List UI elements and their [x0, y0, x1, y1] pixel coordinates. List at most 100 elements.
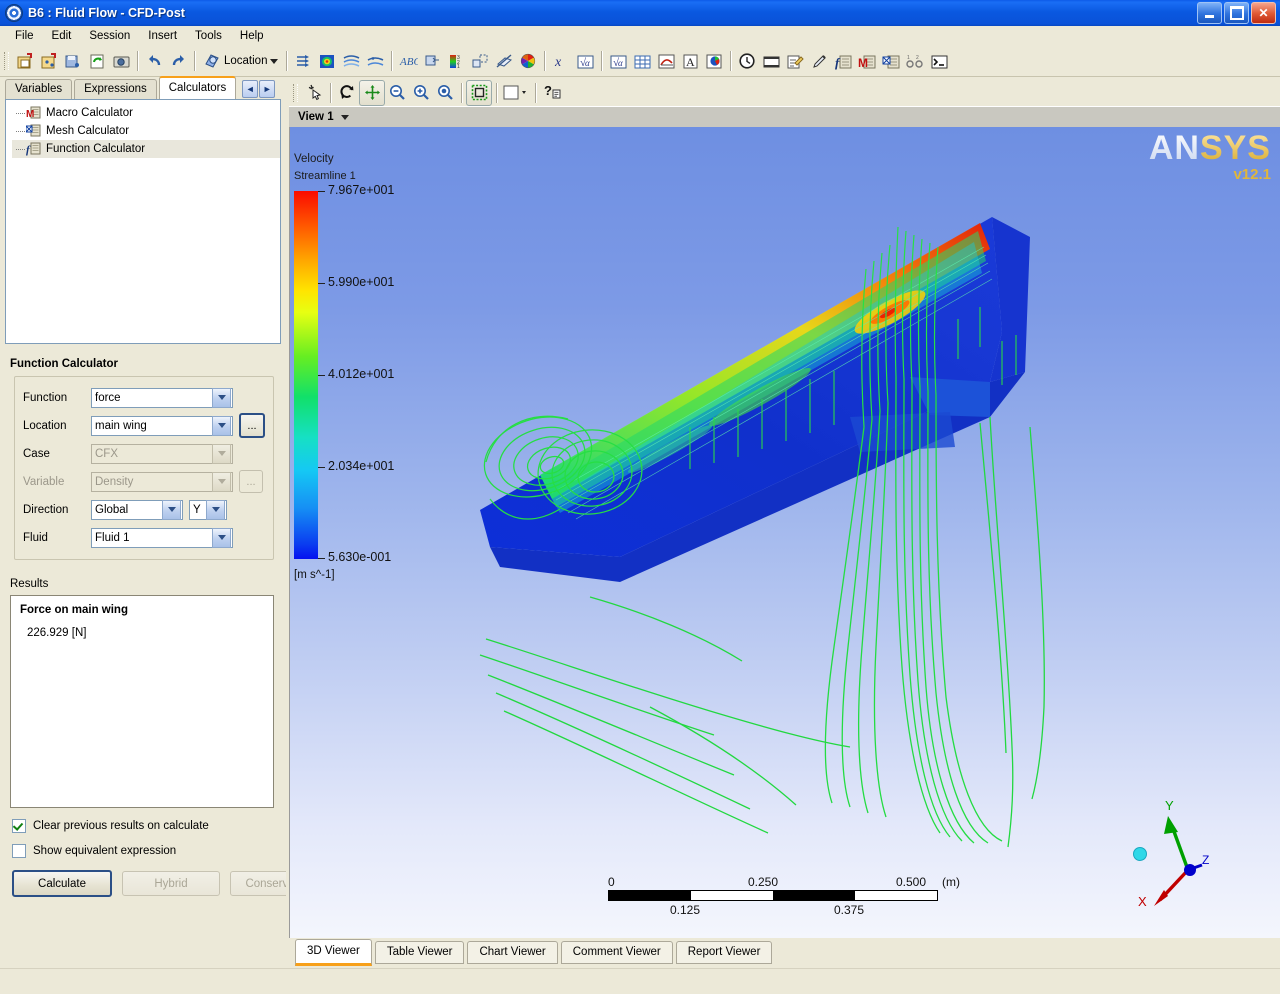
direction-axis-select[interactable]: Y: [189, 499, 227, 520]
instance-transform-icon[interactable]: [468, 49, 492, 73]
timestep-selector-icon[interactable]: [735, 49, 759, 73]
chevron-down-icon[interactable]: [340, 114, 349, 120]
chevron-down-icon[interactable]: [270, 58, 279, 64]
menu-item-file[interactable]: File: [6, 28, 43, 44]
bounding-box-icon[interactable]: [466, 79, 492, 106]
refresh-icon[interactable]: [85, 49, 109, 73]
show-equivalent-expression-checkbox[interactable]: [12, 844, 26, 858]
legend-icon[interactable]: 321: [444, 49, 468, 73]
case-select: CFX: [91, 443, 233, 464]
3d-viewport[interactable]: ANSYS v12.1 Velocity Streamline 1 7.967e…: [289, 127, 1280, 938]
calculate-button[interactable]: Calculate: [12, 870, 112, 897]
tab-calculators[interactable]: Calculators: [158, 76, 237, 99]
undo-icon[interactable]: [142, 49, 166, 73]
function-calc-icon[interactable]: f: [831, 49, 855, 73]
location-select[interactable]: main wing: [91, 415, 233, 436]
zoom-in-icon[interactable]: [409, 81, 433, 105]
toolbar-separator: [194, 51, 195, 71]
tree-item-macro-calculator[interactable]: M Macro Calculator: [12, 104, 280, 122]
tab-chart-viewer[interactable]: Chart Viewer: [467, 941, 558, 964]
help-pointer-icon[interactable]: ?: [540, 81, 564, 105]
view-tab-bar[interactable]: View 1: [289, 106, 1280, 127]
chart-icon[interactable]: [654, 49, 678, 73]
tab-report-viewer[interactable]: Report Viewer: [675, 941, 773, 964]
chevron-down-icon[interactable]: [206, 499, 225, 520]
chevron-down-icon[interactable]: [162, 499, 181, 520]
menu-item-session[interactable]: Session: [80, 28, 139, 44]
clear-previous-results-checkbox[interactable]: [12, 819, 26, 833]
snapshot-icon[interactable]: [109, 49, 133, 73]
streamline-icon[interactable]: [339, 49, 363, 73]
load-results-icon[interactable]: [37, 49, 61, 73]
minimize-button[interactable]: [1197, 2, 1222, 24]
vector-icon[interactable]: [291, 49, 315, 73]
result-heading: Force on main wing: [20, 604, 128, 616]
background-color-icon[interactable]: [501, 81, 531, 105]
text-icon[interactable]: ABC: [396, 49, 420, 73]
macro-calc-icon[interactable]: M: [855, 49, 879, 73]
table-icon[interactable]: [630, 49, 654, 73]
tab-variables[interactable]: Variables: [5, 79, 73, 99]
tree-item-function-calculator[interactable]: f Function Calculator: [12, 140, 280, 158]
menu-item-tools[interactable]: Tools: [186, 28, 231, 44]
rotate-icon[interactable]: [335, 81, 359, 105]
direction-select[interactable]: Global: [91, 499, 183, 520]
menu-item-edit[interactable]: Edit: [43, 28, 81, 44]
tab-3d-viewer[interactable]: 3D Viewer: [295, 939, 372, 966]
zoom-fit-icon[interactable]: [433, 81, 457, 105]
clear-previous-results-label: Clear previous results on calculate: [33, 820, 209, 832]
chevron-down-icon[interactable]: [212, 415, 231, 436]
field-case: Case CFX: [23, 442, 265, 465]
clip-plane-icon[interactable]: [492, 49, 516, 73]
redo-icon[interactable]: [166, 49, 190, 73]
chevron-down-icon[interactable]: [212, 527, 231, 548]
contour-icon[interactable]: [315, 49, 339, 73]
function-calculator-icon: f: [26, 142, 41, 156]
probe-icon[interactable]: [807, 49, 831, 73]
tree-item-mesh-calculator[interactable]: Mesh Calculator: [12, 122, 280, 140]
location-button[interactable]: Location: [199, 50, 282, 72]
calculators-tree[interactable]: M Macro Calculator Mesh Calculator f Fun…: [5, 99, 281, 344]
select-pointer-icon[interactable]: [302, 81, 326, 105]
tab-next-button[interactable]: ►: [259, 80, 276, 98]
svg-text:x: x: [554, 55, 562, 70]
function-calculator-icon[interactable]: √ α: [606, 49, 630, 73]
save-state-icon[interactable]: [61, 49, 85, 73]
tab-table-viewer[interactable]: Table Viewer: [374, 941, 465, 964]
tab-prev-button[interactable]: ◄: [242, 80, 259, 98]
mesh-compare-icon[interactable]: 12: [903, 49, 927, 73]
edit-macro-icon[interactable]: [783, 49, 807, 73]
zoom-out-icon[interactable]: [385, 81, 409, 105]
mesh-calc-icon[interactable]: [879, 49, 903, 73]
maximize-button[interactable]: [1224, 2, 1249, 24]
toolbar-grip[interactable]: [293, 83, 298, 102]
viewer-toolbar: ?: [289, 79, 1280, 106]
particle-track-icon[interactable]: [363, 49, 387, 73]
menu-item-help[interactable]: Help: [231, 28, 273, 44]
tab-comment-viewer[interactable]: Comment Viewer: [560, 941, 673, 964]
coordinate-frame-icon[interactable]: [420, 49, 444, 73]
tab-nav: ◄ ►: [242, 80, 276, 98]
fluid-select[interactable]: Fluid 1: [91, 527, 233, 548]
close-button[interactable]: ✕: [1251, 2, 1276, 24]
field-label-direction: Direction: [23, 503, 69, 516]
animation-icon[interactable]: [759, 49, 783, 73]
color-map-icon[interactable]: [516, 49, 540, 73]
function-calculator-title: Function Calculator: [10, 358, 118, 370]
expression-icon[interactable]: x: [549, 49, 573, 73]
calculator-icon[interactable]: √ α: [573, 49, 597, 73]
function-select[interactable]: force: [91, 387, 233, 408]
show-equivalent-expression-checkbox-row[interactable]: Show equivalent expression: [12, 844, 286, 858]
tab-expressions[interactable]: Expressions: [74, 79, 157, 99]
command-editor-icon[interactable]: [927, 49, 951, 73]
scale-label-250: 0.250: [748, 875, 779, 889]
location-browse-button[interactable]: ...: [239, 413, 265, 438]
report-icon[interactable]: [702, 49, 726, 73]
new-case-icon[interactable]: [13, 49, 37, 73]
chevron-down-icon[interactable]: [212, 387, 231, 408]
pan-icon[interactable]: [359, 79, 385, 106]
toolbar-grip[interactable]: [4, 52, 9, 70]
menu-item-insert[interactable]: Insert: [139, 28, 186, 44]
comment-icon[interactable]: A: [678, 49, 702, 73]
clear-previous-results-checkbox-row[interactable]: Clear previous results on calculate: [12, 819, 286, 833]
